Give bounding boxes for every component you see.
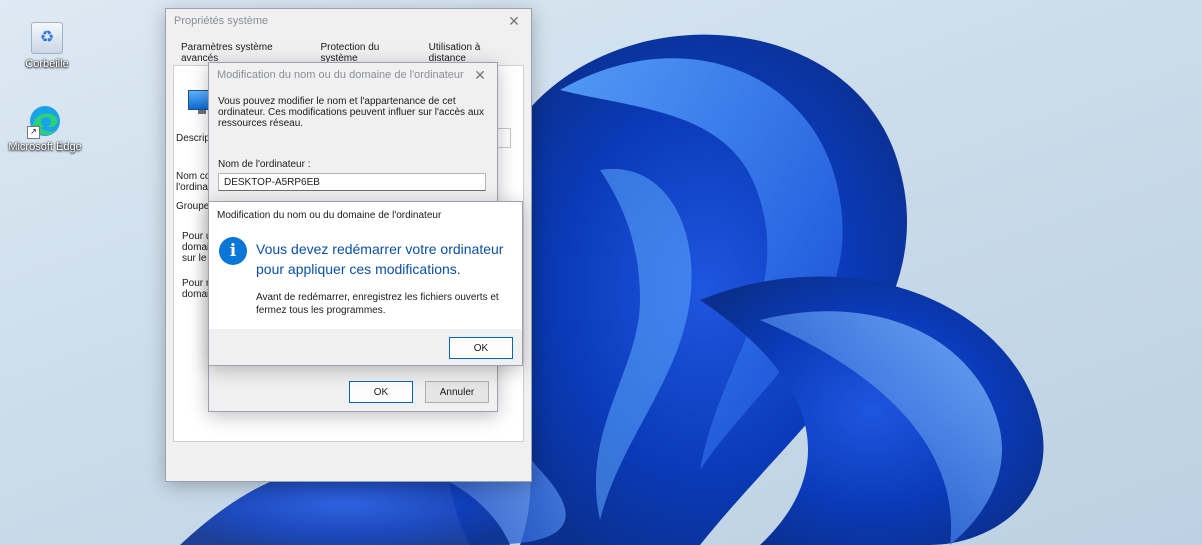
workgroup-label: Groupe	[176, 201, 210, 212]
restart-required-dialog: Modification du nom ou du domaine de l'o…	[208, 201, 523, 366]
info-icon: i	[219, 237, 247, 265]
cancel-button[interactable]: Annuler	[425, 381, 489, 403]
desktop-icon-label: Microsoft Edge	[8, 141, 82, 153]
full-name-label-2: l'ordinat	[176, 182, 211, 193]
headline-line-1: Vous devez redémarrer votre ordinateur	[256, 241, 504, 257]
body-line-2: fermez tous les programmes.	[256, 305, 386, 316]
intro-text: Vous pouvez modifier le nom et l'apparte…	[218, 96, 484, 129]
dialog-title: Modification du nom ou du domaine de l'o…	[217, 69, 464, 81]
computer-name-label: Nom de l'ordinateur :	[218, 159, 311, 170]
body-line-1: Avant de redémarrer, enregistrez les fic…	[256, 292, 499, 303]
network-id-text-3: sur le	[182, 253, 207, 264]
description-label: Descrip	[176, 133, 210, 144]
titlebar: Propriétés système ✕	[166, 9, 531, 33]
close-icon[interactable]: ✕	[471, 67, 489, 84]
close-icon[interactable]: ✕	[505, 13, 523, 30]
recycle-bin-icon: ♻	[31, 22, 63, 54]
window-title: Propriétés système	[174, 15, 269, 27]
desktop-icon-edge[interactable]: ↗ Microsoft Edge	[5, 105, 85, 153]
titlebar: Modification du nom ou du domaine de l'o…	[209, 63, 497, 87]
headline-line-2: pour appliquer ces modifications.	[256, 261, 461, 277]
edge-icon: ↗	[27, 105, 61, 139]
desktop-icon-recycle-bin[interactable]: ♻ Corbeille	[7, 22, 87, 70]
ok-button[interactable]: OK	[449, 337, 513, 359]
rename-text-2: domai	[182, 289, 210, 300]
computer-name-field[interactable]: DESKTOP-A5RP6EB	[218, 173, 486, 191]
desktop-icon-label: Corbeille	[25, 58, 69, 70]
ok-button[interactable]: OK	[349, 381, 413, 403]
dialog-title: Modification du nom ou du domaine de l'o…	[217, 210, 442, 221]
